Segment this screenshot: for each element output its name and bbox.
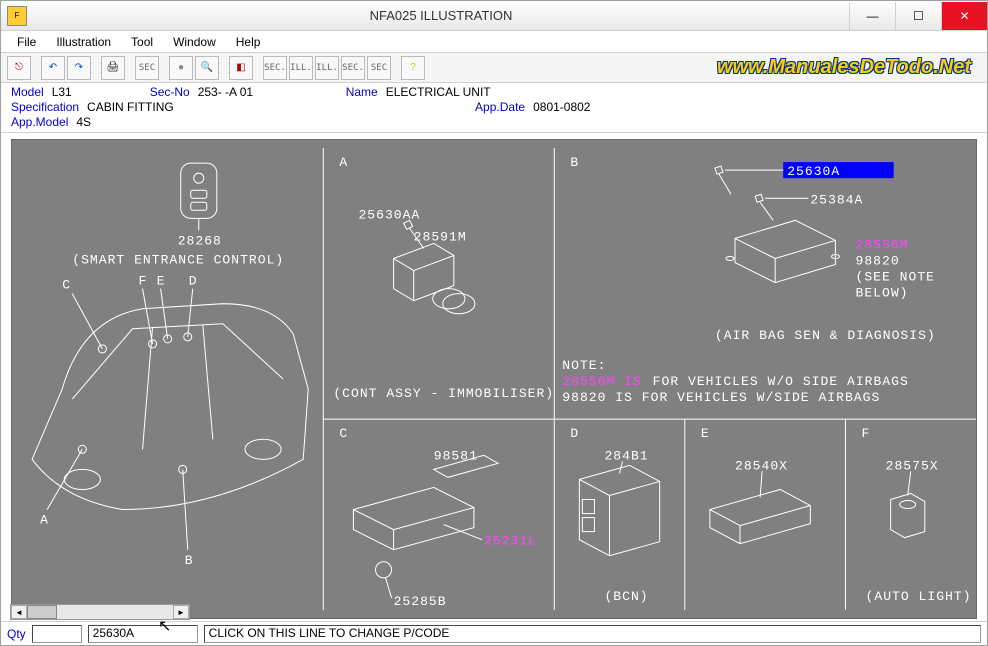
menubar: File Illustration Tool Window Help xyxy=(1,31,987,53)
panel-f-label: F xyxy=(862,426,871,441)
car-callout-e: E xyxy=(157,274,166,289)
part-25384a[interactable]: 25384A xyxy=(810,192,863,207)
part-28556m[interactable]: 28556M xyxy=(856,237,909,252)
menu-tool[interactable]: Tool xyxy=(121,33,163,51)
part-code-field[interactable]: 25630A xyxy=(88,625,198,643)
toggle-icon[interactable]: ◧ xyxy=(229,56,253,80)
help-icon[interactable]: ? xyxy=(401,56,425,80)
exit-icon[interactable]: ⎋ xyxy=(7,56,31,80)
cont-assy-label: (CONT ASSY - IMMOBILISER) xyxy=(333,386,554,401)
name-label: Name xyxy=(346,85,378,99)
auto-light-label: (AUTO LIGHT) xyxy=(866,589,972,604)
airbag-label: (AIR BAG SEN & DIAGNOSIS) xyxy=(715,328,936,343)
titlebar: F NFA025 ILLUSTRATION — ☐ ✕ xyxy=(1,1,987,31)
zoom-icon[interactable]: 🔍 xyxy=(195,56,219,80)
part-25285b[interactable]: 25285B xyxy=(394,594,447,609)
part-28268[interactable]: 28268 xyxy=(178,233,222,248)
undo-icon[interactable]: ↶ xyxy=(41,56,65,80)
part-28591m[interactable]: 28591M xyxy=(414,229,467,244)
menu-file[interactable]: File xyxy=(7,33,46,51)
scroll-right-icon[interactable]: ► xyxy=(173,605,189,619)
window-title: NFA025 ILLUSTRATION xyxy=(33,8,849,23)
car-callout-b: B xyxy=(185,553,194,568)
panel-e-label: E xyxy=(701,426,710,441)
part-25630a-selected[interactable]: 25630A xyxy=(787,164,840,179)
nav-ill-down-icon[interactable]: ILL. xyxy=(289,56,313,80)
note-heading: NOTE: xyxy=(562,358,606,373)
bcn-label: (BCN) xyxy=(604,589,648,604)
part-98820[interactable]: 98820 xyxy=(856,254,900,269)
qty-input[interactable] xyxy=(32,625,82,643)
app-icon: F xyxy=(7,6,27,26)
minimize-button[interactable]: — xyxy=(849,2,895,30)
part-28540x[interactable]: 28540X xyxy=(735,458,788,473)
record-icon[interactable]: ● xyxy=(169,56,193,80)
note-line2: 98820 IS FOR VEHICLES W/SIDE AIRBAGS xyxy=(562,390,880,405)
note-line1a: 28556M IS xyxy=(562,374,642,389)
nav-sec-up-icon[interactable]: SEC. xyxy=(341,56,365,80)
print-icon[interactable]: 🖨 xyxy=(101,56,125,80)
part-98581[interactable]: 98581 xyxy=(434,448,478,463)
toolbar: ⎋ ↶ ↷ 🖨 SEC ● 🔍 ◧ SEC. ILL. ILL. SEC. SE… xyxy=(1,53,987,83)
secno-value: 253- -A 01 xyxy=(198,85,338,99)
car-callout-f: F xyxy=(139,274,148,289)
appmodel-value: 4S xyxy=(76,115,91,129)
spec-value: CABIN FITTING xyxy=(87,100,467,114)
car-callout-d: D xyxy=(189,274,198,289)
menu-illustration[interactable]: Illustration xyxy=(46,33,121,51)
spec-label: Specification xyxy=(11,100,79,114)
nav-ill-up-icon[interactable]: ILL. xyxy=(315,56,339,80)
scroll-left-icon[interactable]: ◄ xyxy=(11,605,27,619)
panel-d-label: D xyxy=(570,426,579,441)
see-note-2: BELOW) xyxy=(856,286,909,301)
secno-label: Sec-No xyxy=(150,85,190,99)
model-label: Model xyxy=(11,85,44,99)
illustration-canvas[interactable]: A B C D E F 28268 (SMART ENTRANCE CONTRO… xyxy=(11,139,977,619)
menu-help[interactable]: Help xyxy=(226,33,271,51)
nav-sec-down-icon[interactable]: SEC. xyxy=(263,56,287,80)
redo-icon[interactable]: ↷ xyxy=(67,56,91,80)
maximize-button[interactable]: ☐ xyxy=(895,2,941,30)
car-callout-c: C xyxy=(62,278,71,293)
menu-window[interactable]: Window xyxy=(163,33,226,51)
panel-b-label: B xyxy=(570,155,579,170)
close-button[interactable]: ✕ xyxy=(941,2,987,30)
panel-c-label: C xyxy=(339,426,348,441)
sec-icon[interactable]: SEC xyxy=(135,56,159,80)
hint-field[interactable]: CLICK ON THIS LINE TO CHANGE P/CODE xyxy=(204,625,981,643)
part-25231l[interactable]: 25231L xyxy=(484,534,537,549)
car-callout-a: A xyxy=(40,513,49,528)
model-value: L31 xyxy=(52,85,142,99)
bottom-bar: Qty 25630A CLICK ON THIS LINE TO CHANGE … xyxy=(1,621,987,645)
appmodel-label: App.Model xyxy=(11,115,68,129)
nav-sec-alt-icon[interactable]: SEC xyxy=(367,56,391,80)
horizontal-scrollbar[interactable]: ◄ ► xyxy=(10,604,190,620)
part-284b1[interactable]: 284B1 xyxy=(604,448,648,463)
see-note-1: (SEE NOTE xyxy=(856,270,936,285)
watermark-text: www.ManualesDeTodo.Net xyxy=(717,56,971,79)
part-25630aa[interactable]: 25630AA xyxy=(358,207,420,222)
part-28575x[interactable]: 28575X xyxy=(886,458,939,473)
panel-a-label: A xyxy=(339,155,348,170)
appdate-label: App.Date xyxy=(475,100,525,114)
name-value: ELECTRICAL UNIT xyxy=(386,85,491,99)
appdate-value: 0801-0802 xyxy=(533,100,590,114)
info-bar: Model L31 Sec-No 253- -A 01 Name ELECTRI… xyxy=(1,83,987,133)
qty-label: Qty xyxy=(7,627,26,641)
scroll-thumb[interactable] xyxy=(27,605,57,619)
smart-entrance-label: (SMART ENTRANCE CONTROL) xyxy=(72,253,284,268)
note-line1b: FOR VEHICLES W/O SIDE AIRBAGS xyxy=(653,374,909,389)
